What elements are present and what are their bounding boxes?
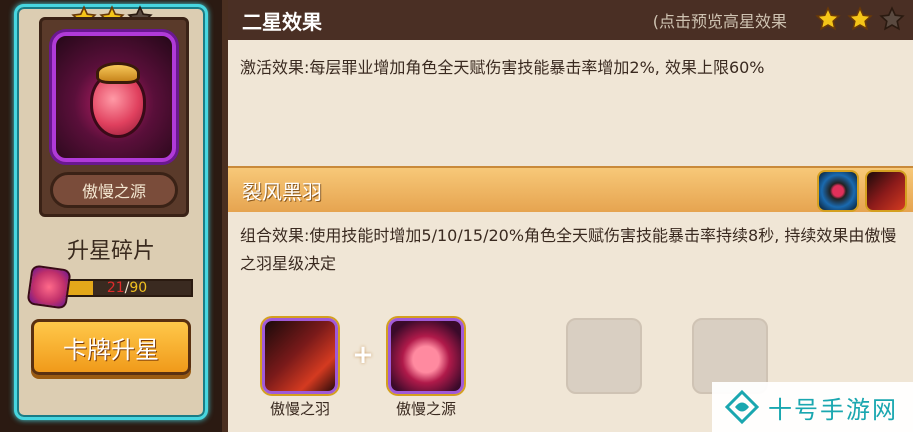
site-watermark: 十号手游网 bbox=[712, 382, 913, 432]
slot-label: 傲慢之源 bbox=[395, 400, 456, 418]
empty-slot bbox=[566, 318, 642, 394]
helmet-icon[interactable] bbox=[817, 170, 859, 212]
preview-stars[interactable] bbox=[815, 6, 905, 32]
star-filled-icon bbox=[847, 6, 873, 31]
combo-effect-text: 组合效果:使用技能时增加5/10/15/20%角色全天赋伤害技能暴击率持续8秒,… bbox=[240, 226, 897, 273]
gem-icon[interactable] bbox=[388, 318, 464, 394]
plus-icon: + bbox=[352, 340, 374, 370]
shard-progress-text: 21/90 bbox=[63, 280, 191, 296]
shard-icon bbox=[26, 264, 72, 310]
panel-header: 二星效果 (点击预览高星效果 bbox=[228, 0, 913, 40]
star-empty-icon bbox=[879, 6, 905, 31]
panel-title: 二星效果 bbox=[242, 9, 322, 34]
shard-title: 升星碎片 bbox=[66, 239, 155, 264]
site-logo-icon bbox=[724, 389, 760, 425]
set-icons bbox=[817, 170, 907, 212]
card-frame: 傲慢之源 bbox=[39, 17, 189, 217]
slot-empty bbox=[566, 318, 642, 394]
gem-cap-icon bbox=[96, 62, 140, 84]
set-title: 裂风黑羽 bbox=[242, 179, 322, 204]
wing-icon[interactable] bbox=[865, 170, 907, 212]
card-upgrade-button[interactable]: 卡牌升星 bbox=[31, 319, 191, 375]
effect-panel: 二星效果 (点击预览高星效果 激活效果:每层罪业增加角色全天赋伤害技能暴击率增加… bbox=[228, 0, 913, 432]
wing-icon[interactable] bbox=[262, 318, 338, 394]
slot-label: 傲慢之羽 bbox=[269, 400, 330, 418]
watermark-text: 十号手游网 bbox=[768, 395, 898, 424]
shard-current: 21 bbox=[106, 280, 125, 296]
card-name: 傲慢之源 bbox=[50, 172, 178, 208]
star-filled-icon bbox=[815, 6, 841, 31]
card[interactable]: 傲慢之源 升星碎片 21/90 卡牌升星 bbox=[14, 4, 208, 420]
shard-progress-bar: 21/90 bbox=[61, 279, 193, 297]
preview-high-star-hint[interactable]: (点击预览高星效果 bbox=[653, 8, 787, 32]
card-panel: 傲慢之源 升星碎片 21/90 卡牌升星 bbox=[0, 0, 222, 432]
slot-pride-feather[interactable]: 傲慢之羽 bbox=[262, 318, 338, 419]
set-bar: 裂风黑羽 bbox=[228, 166, 913, 212]
shard-max: 90 bbox=[129, 280, 148, 296]
card-art bbox=[52, 32, 176, 162]
slot-pride-source[interactable]: 傲慢之源 bbox=[388, 318, 464, 419]
activation-effect-text: 激活效果:每层罪业增加角色全天赋伤害技能暴击率增加2%, 效果上限60% bbox=[240, 58, 765, 77]
set-slots: 傲慢之羽 + 傲慢之源 bbox=[262, 318, 768, 419]
